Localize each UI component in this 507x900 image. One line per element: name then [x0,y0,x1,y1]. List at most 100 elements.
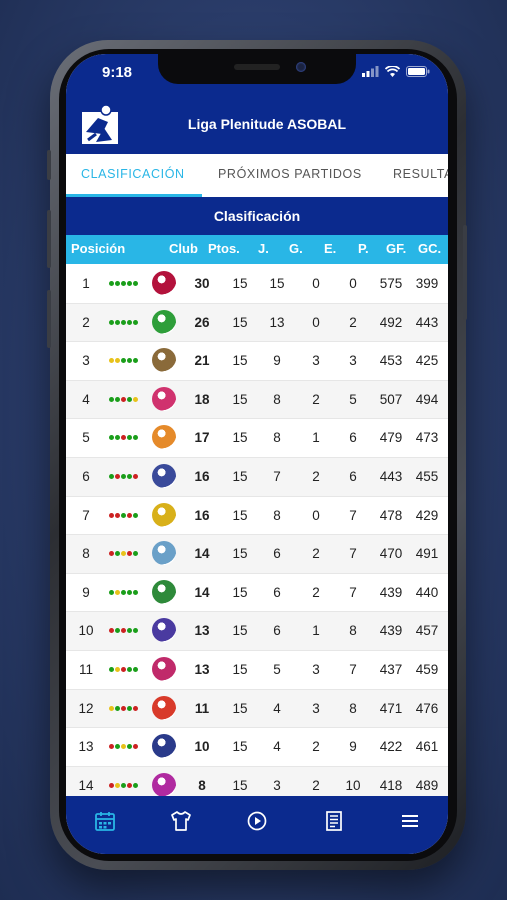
play-icon[interactable] [246,810,268,832]
shirt-icon[interactable] [170,810,192,832]
status-bar: 9:18 [66,54,448,100]
goals-against-cell: 489 [415,777,439,793]
club-crest-icon [152,734,176,759]
bottom-nav [66,796,448,854]
lost-cell: 6 [349,430,357,446]
header-j: J. [258,241,269,256]
form-dot [121,358,126,364]
form-dot [127,666,132,672]
goals-for-cell: 471 [379,700,403,716]
points-cell: 16 [194,507,210,523]
table-row[interactable]: 12 11 15 4 3 8 471 476 [66,689,448,729]
club-crest-icon [152,579,176,604]
goals-against-cell: 461 [415,739,439,755]
goals-for-cell: 470 [379,546,403,562]
goals-for-cell: 439 [379,584,403,600]
form-dot [115,281,120,286]
header-gc: GC. [418,241,442,256]
table-row[interactable]: 8 14 15 6 2 7 470 491 [66,535,448,574]
played-cell: 15 [232,739,248,755]
form-dot [121,551,126,557]
table-row[interactable]: 3 21 15 9 3 3 453 425 [66,342,448,381]
calendar-icon[interactable] [94,810,116,832]
table-row[interactable]: 2 26 15 13 0 2 492 443 [66,303,448,343]
form-dot [133,551,138,557]
recent-form [109,628,138,634]
form-dot [109,666,114,672]
form-dot [133,358,138,364]
form-dot [133,473,138,479]
goals-against-cell: 455 [415,468,439,484]
form-dot [115,396,120,402]
drawn-cell: 2 [312,391,320,407]
table-row[interactable]: 4 18 15 8 2 5 507 494 [66,380,448,420]
table-row[interactable]: 7 16 15 8 0 7 478 429 [66,497,448,536]
club-crest-icon [152,271,176,295]
form-dot [133,782,138,788]
table-row[interactable]: 9 14 15 6 2 7 439 440 [66,574,448,613]
menu-icon[interactable] [399,810,421,832]
table-row[interactable]: 6 16 15 7 2 6 443 455 [66,457,448,497]
table-row[interactable]: 5 17 15 8 1 6 479 473 [66,419,448,458]
club-crest-icon [152,463,176,488]
table-row[interactable]: 13 10 15 4 2 9 422 461 [66,728,448,767]
standings-table: 1 30 15 15 0 0 575 399 2 26 15 13 0 2 492 443 3 21 15 9 3 3 45… [66,265,448,806]
goals-for-cell: 575 [379,276,403,291]
lost-cell: 10 [345,777,361,793]
won-cell: 6 [273,584,281,600]
won-cell: 8 [273,391,281,407]
form-dot [121,744,126,750]
status-time: 9:18 [102,64,133,81]
form-dot [127,396,132,402]
form-dot [133,589,138,595]
form-dot [109,473,114,479]
section-title: Clasificación [66,197,448,235]
drawn-cell: 0 [312,314,320,330]
table-row[interactable]: 10 13 15 6 1 8 439 457 [66,612,448,651]
header-posicion: Posición [71,241,126,256]
position-cell: 2 [82,314,90,330]
won-cell: 4 [273,700,281,716]
goals-against-cell: 491 [415,546,439,562]
won-cell: 15 [269,276,285,291]
form-dot [109,396,114,402]
goals-against-cell: 443 [415,314,439,330]
club-crest-icon [152,656,176,681]
form-dot [127,705,132,711]
volume-down-button [47,290,51,348]
form-dot [109,435,114,441]
club-crest-icon [152,309,176,334]
system-icons [362,66,430,77]
goals-against-cell: 476 [415,700,439,716]
drawn-cell: 2 [312,584,320,600]
drawn-cell: 1 [312,623,320,639]
played-cell: 15 [232,623,248,639]
played-cell: 15 [232,276,248,291]
form-dot [133,396,138,402]
form-dot [127,319,132,325]
won-cell: 9 [273,353,281,369]
form-dot [121,512,126,518]
tab-clasificacion[interactable]: CLASIFICACIÓN [81,167,185,181]
form-dot [121,589,126,595]
table-row[interactable]: 1 30 15 15 0 0 575 399 [66,265,448,304]
points-cell: 8 [198,777,206,793]
table-row[interactable]: 11 13 15 5 3 7 437 459 [66,651,448,690]
lost-cell: 5 [349,391,357,407]
drawn-cell: 2 [312,777,320,793]
news-icon[interactable] [323,810,345,832]
speaker [234,64,280,70]
position-cell: 5 [82,430,90,446]
form-dot [133,319,138,325]
won-cell: 4 [273,739,281,755]
form-dot [109,705,114,711]
form-dot [127,281,132,286]
won-cell: 6 [273,623,281,639]
recent-form [109,435,138,441]
app-title: Liga Plenitude ASOBAL [187,116,347,132]
tab-resultados[interactable]: RESULTA [393,167,448,181]
recent-form [109,705,138,711]
tab-proximos-partidos[interactable]: PRÓXIMOS PARTIDOS [218,167,362,181]
lost-cell: 7 [349,661,357,677]
recent-form [109,589,138,595]
